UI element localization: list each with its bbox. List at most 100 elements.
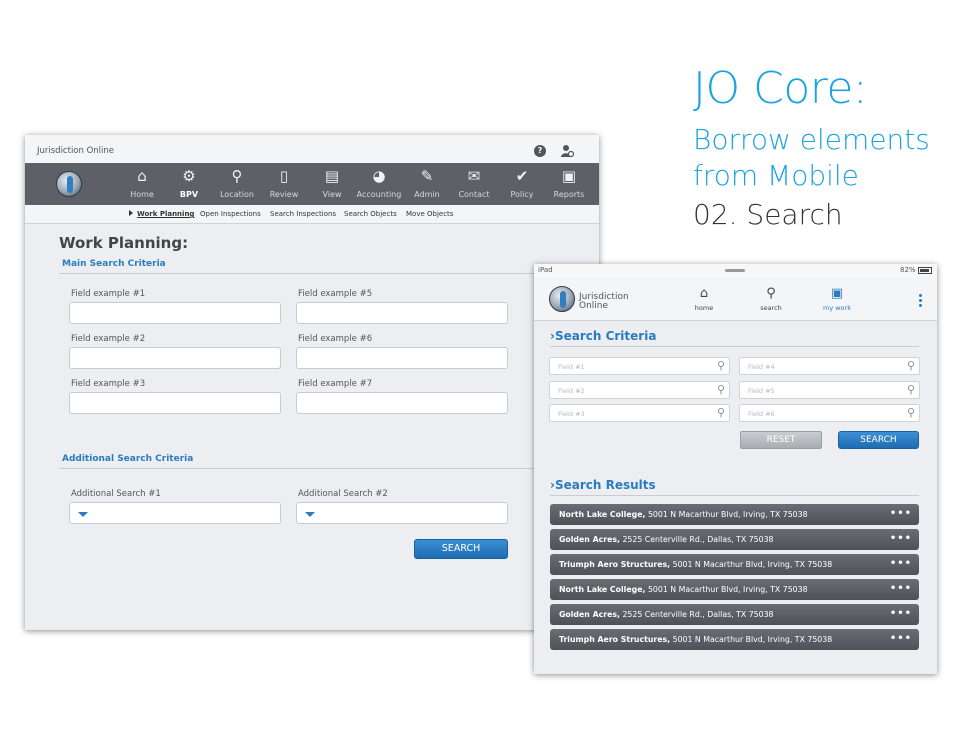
help-icon[interactable]: ? <box>534 145 546 157</box>
briefcase-icon: ▣ <box>830 286 844 301</box>
result-address: 5001 N Macarthur Blvd, Irving, TX 75038 <box>672 560 833 569</box>
field-label: Field example #3 <box>71 379 146 389</box>
home-icon: ⌂ <box>137 167 147 185</box>
field-example-3-input[interactable] <box>69 392 281 414</box>
result-name: North Lake College, <box>559 510 646 519</box>
nav-label: Location <box>220 190 254 199</box>
title-step: 02. Search <box>693 198 843 231</box>
subnav-work-planning[interactable]: Work Planning <box>137 210 194 218</box>
tab-nav-label: my work <box>823 304 851 312</box>
section-divider <box>59 468 572 469</box>
nav-home[interactable]: ⌂ Home <box>117 166 167 199</box>
result-name: North Lake College, <box>559 585 646 594</box>
field-placeholder: Field #2 <box>558 387 585 395</box>
sub-nav-arrow-icon <box>129 210 133 216</box>
search-icon: ⚲ <box>906 383 915 396</box>
tab-nav-label: home <box>694 304 714 312</box>
result-name: Triumph Aero Structures, <box>559 635 671 644</box>
nav-label: Review <box>269 190 299 199</box>
title-subtitle-line2: from Mobile <box>693 159 859 192</box>
search-icon: ⚲ <box>906 359 915 372</box>
more-options-icon[interactable]: ••• <box>890 533 912 544</box>
result-name: Golden Acres, <box>559 610 620 619</box>
nav-label: Accounting <box>356 190 402 199</box>
result-row[interactable]: North Lake College, 5001 N Macarthur Blv… <box>550 504 919 525</box>
search-icon: ⚲ <box>766 286 776 301</box>
field-example-2-input[interactable] <box>69 347 281 369</box>
nav-reports[interactable]: ▣ Reports <box>544 166 594 199</box>
section-divider <box>550 495 919 496</box>
field-4-input[interactable]: Field #4 ⚲ <box>739 357 920 375</box>
tablet-brand: Jurisdiction Online <box>579 293 629 311</box>
field-label: Additional Search #2 <box>298 489 388 499</box>
field-6-input[interactable]: Field #6 ⚲ <box>739 404 920 422</box>
battery-percent: 82% <box>900 266 916 274</box>
nav-label: Policy <box>510 190 534 199</box>
tab-nav-search[interactable]: ⚲ search <box>746 286 796 313</box>
main-nav: ⌂ Home ⚙ BPV ⚲ Location ▯ Review ▤ View … <box>25 163 599 210</box>
search-criteria-heading: ›Search Criteria <box>550 329 657 343</box>
more-options-icon[interactable]: ••• <box>890 558 912 569</box>
section-divider <box>550 346 919 347</box>
nav-contact[interactable]: ✉ Contact <box>449 166 499 199</box>
subnav-move-objects[interactable]: Move Objects <box>406 210 453 218</box>
tablet-header: Jurisdiction Online ⌂ home ⚲ search ▣ my… <box>534 277 937 321</box>
nav-label: Admin <box>414 190 440 199</box>
result-address: 2525 Centerville Rd., Dallas, TX 75038 <box>622 535 774 544</box>
jo-logo[interactable] <box>56 171 82 197</box>
result-row[interactable]: North Lake College, 5001 N Macarthur Blv… <box>550 579 919 600</box>
more-options-icon[interactable]: ••• <box>890 608 912 619</box>
result-row[interactable]: Triumph Aero Structures, 5001 N Macarthu… <box>550 554 919 575</box>
result-address: 5001 N Macarthur Blvd, Irving, TX 75038 <box>672 635 833 644</box>
dropdown-caret-icon <box>78 512 88 517</box>
additional-search-1-select[interactable] <box>69 502 281 524</box>
search-icon: ⚲ <box>906 406 915 419</box>
jo-logo[interactable] <box>549 286 575 312</box>
field-3-input[interactable]: Field #3 ⚲ <box>549 404 730 422</box>
subnav-open-inspections[interactable]: Open Inspections <box>200 210 261 218</box>
field-label: Field example #5 <box>298 289 373 299</box>
desktop-window: Jurisdiction Online ? ⌂ Home ⚙ BPV ⚲ Loc… <box>25 135 599 630</box>
sub-nav: Work Planning Open Inspections Search In… <box>25 205 599 224</box>
field-example-7-input[interactable] <box>296 392 508 414</box>
result-row[interactable]: Golden Acres, 2525 Centerville Rd., Dall… <box>550 529 919 550</box>
nav-admin[interactable]: ✎ Admin <box>402 166 452 199</box>
more-options-icon[interactable]: ••• <box>890 508 912 519</box>
field-example-5-input[interactable] <box>296 302 508 324</box>
more-options-icon[interactable]: ••• <box>890 583 912 594</box>
pie-chart-icon: ◕ <box>372 167 386 185</box>
clipboard-icon: ▣ <box>561 167 577 185</box>
search-icon: ⚲ <box>716 383 725 396</box>
field-label: Field example #1 <box>71 289 146 299</box>
nav-label: View <box>322 190 342 199</box>
nav-view[interactable]: ▤ View <box>307 166 357 199</box>
subnav-search-objects[interactable]: Search Objects <box>344 210 397 218</box>
valve-icon: ⚙ <box>182 167 196 185</box>
tab-nav-home[interactable]: ⌂ home <box>679 287 729 313</box>
field-placeholder: Field #4 <box>748 363 775 371</box>
result-row[interactable]: Golden Acres, 2525 Centerville Rd., Dall… <box>550 604 919 625</box>
nav-review[interactable]: ▯ Review <box>259 166 309 199</box>
field-5-input[interactable]: Field #5 ⚲ <box>739 381 920 399</box>
search-button[interactable]: SEARCH <box>414 539 508 559</box>
more-menu-icon[interactable] <box>919 294 922 309</box>
additional-search-2-select[interactable] <box>296 502 508 524</box>
field-example-1-input[interactable] <box>69 302 281 324</box>
search-button[interactable]: SEARCH <box>838 431 919 449</box>
reset-button[interactable]: RESET <box>740 431 822 449</box>
nav-location[interactable]: ⚲ Location <box>212 166 262 199</box>
wrench-icon: ✎ <box>420 167 434 185</box>
tab-nav-my-work[interactable]: ▣ my work <box>812 286 862 313</box>
nav-bpv[interactable]: ⚙ BPV <box>164 166 214 210</box>
field-example-6-input[interactable] <box>296 347 508 369</box>
nav-policy[interactable]: ✔ Policy <box>497 166 547 199</box>
field-1-input[interactable]: Field #1 ⚲ <box>549 357 730 375</box>
result-row[interactable]: Triumph Aero Structures, 5001 N Macarthu… <box>550 629 919 650</box>
more-options-icon[interactable]: ••• <box>890 633 912 644</box>
user-settings-icon[interactable] <box>560 144 574 158</box>
nav-accounting[interactable]: ◕ Accounting <box>354 166 404 199</box>
field-label: Field example #2 <box>71 334 146 344</box>
subnav-search-inspections[interactable]: Search Inspections <box>270 210 336 218</box>
field-2-input[interactable]: Field #2 ⚲ <box>549 381 730 399</box>
document-icon: ▯ <box>279 167 289 185</box>
